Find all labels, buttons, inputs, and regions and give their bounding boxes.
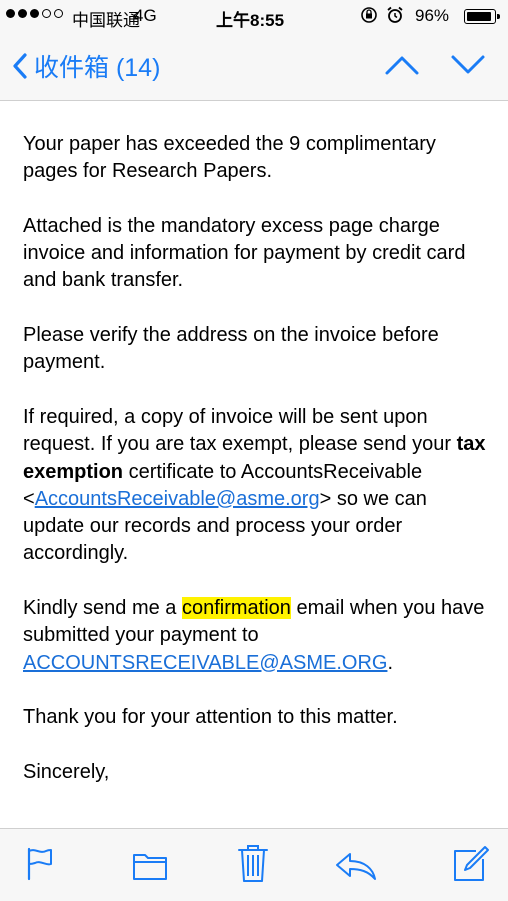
paragraph-thanks: Thank you for your attention to this mat… (23, 706, 398, 729)
reply-icon[interactable] (334, 851, 378, 881)
next-message-icon[interactable] (450, 54, 486, 76)
battery-icon (464, 9, 500, 24)
compose-icon[interactable] (452, 845, 490, 883)
status-bar: 中国联通 4G 上午8:55 96% (0, 0, 508, 34)
back-button[interactable]: 收件箱 (14) (12, 48, 160, 84)
highlighted-confirmation: confirmation (181, 597, 291, 620)
folder-icon[interactable] (132, 851, 168, 881)
clock: 上午8:55 (216, 11, 285, 30)
paragraph-verify-address: Please verify the address on the invoice… (23, 324, 439, 374)
back-button-label: 收件箱 (14) (34, 54, 161, 82)
previous-message-icon[interactable] (384, 54, 420, 76)
chevron-left-icon (13, 53, 27, 79)
flag-icon[interactable] (26, 847, 54, 881)
signal-strength-icon (6, 9, 63, 18)
email-link-accounts-receivable[interactable]: AccountsReceivable@asme.org (35, 488, 320, 510)
email-link-accounts-receivable-upper[interactable]: ACCOUNTSRECEIVABLE@ASME.ORG (23, 652, 387, 674)
rotation-lock-icon (361, 7, 377, 23)
alarm-icon (387, 6, 403, 23)
paragraph-attachment: Attached is the mandatory excess page ch… (23, 214, 466, 292)
network-type: 4G (134, 6, 157, 25)
paragraph-excess-pages: Your paper has exceeded the 9 compliment… (23, 133, 436, 183)
bottom-toolbar (0, 828, 508, 901)
paragraph-tax-exempt: If required, a copy of invoice will be s… (23, 405, 486, 565)
paragraph-confirmation: Kindly send me a confirmation email when… (23, 597, 485, 674)
nav-bar: 收件箱 (14) (0, 34, 508, 101)
trash-icon[interactable] (237, 843, 269, 883)
battery-percent: 96% (415, 6, 450, 25)
carrier-name: 中国联通 (72, 11, 140, 30)
paragraph-signoff: Sincerely, (23, 760, 110, 783)
email-body[interactable]: Your paper has exceeded the 9 compliment… (0, 101, 508, 828)
